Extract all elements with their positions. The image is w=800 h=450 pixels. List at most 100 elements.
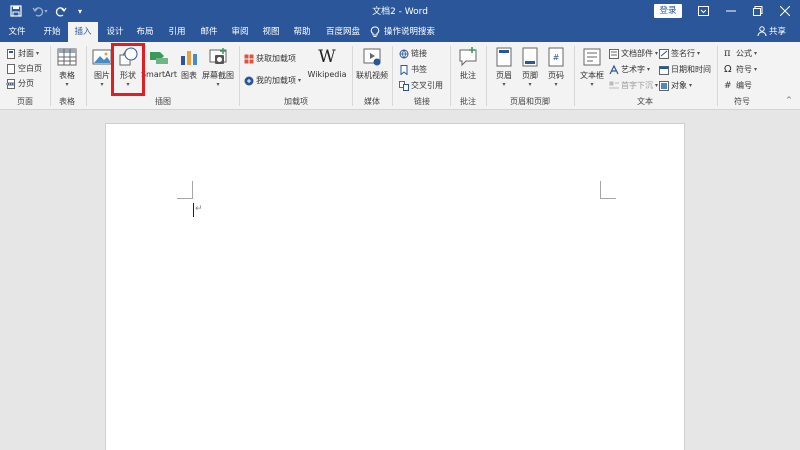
ribbon-tabs: 文件 开始 插入 设计 布局 引用 邮件 审阅 视图 帮助 百度网盘 操作说明搜… — [0, 22, 800, 42]
document-page[interactable]: ↵ — [105, 123, 685, 450]
smartart-icon — [150, 52, 168, 64]
lightbulb-icon — [370, 26, 380, 37]
blank-page-button[interactable]: 空白页 — [6, 62, 42, 75]
chart-button[interactable]: 图表 — [178, 46, 200, 81]
save-icon[interactable] — [8, 3, 24, 19]
wordart-button[interactable]: 艺术字 ▾ — [609, 63, 650, 76]
tab-mailings[interactable]: 邮件 — [196, 22, 222, 42]
textbox-icon — [583, 48, 601, 66]
cover-page-button[interactable]: 封面 ▾ — [6, 47, 39, 60]
footer-icon — [522, 47, 538, 67]
page-break-button[interactable]: 分页 — [6, 77, 34, 90]
page-break-label: 分页 — [18, 79, 34, 88]
drop-cap-icon — [609, 81, 619, 88]
comment-icon — [459, 47, 477, 67]
close-icon[interactable] — [772, 0, 798, 22]
footer-button[interactable]: 页脚 ▾ — [518, 46, 542, 89]
svg-text:#: # — [553, 53, 560, 62]
chart-label: 图表 — [181, 71, 197, 80]
drop-cap-label: 首字下沉 — [621, 81, 653, 90]
omega-icon: Ω — [724, 64, 732, 75]
bookmark-button[interactable]: 书签 — [399, 63, 427, 76]
textbox-button[interactable]: 文本框 ▾ — [578, 46, 606, 89]
picture-icon — [92, 49, 112, 65]
quick-access-icon[interactable]: ▾ — [72, 3, 88, 19]
get-addins-label: 获取加载项 — [256, 54, 296, 63]
minimize-icon[interactable] — [718, 0, 744, 22]
screenshot-button[interactable]: 屏幕截图 ▾ — [201, 46, 235, 89]
hash-icon: # — [724, 80, 732, 91]
group-label-text: 文本 — [637, 97, 653, 106]
group-label-pages: 页面 — [17, 97, 33, 106]
pictures-button[interactable]: 图片 ▾ — [91, 46, 113, 89]
symbol-button[interactable]: Ω 符号 ▾ — [724, 63, 757, 76]
tab-design[interactable]: 设计 — [102, 22, 128, 42]
undo-dropdown-icon[interactable]: ▾ — [42, 3, 50, 19]
cross-reference-button[interactable]: 交叉引用 — [399, 79, 443, 92]
date-time-label: 日期和时间 — [671, 65, 711, 74]
number-button[interactable]: # 编号 — [724, 79, 752, 92]
restore-icon[interactable] — [745, 0, 771, 22]
wikipedia-label: Wikipedia — [307, 70, 347, 79]
redo-icon[interactable] — [53, 3, 69, 19]
page-number-button[interactable]: # 页码 ▾ — [544, 46, 568, 89]
date-time-button[interactable]: 日期和时间 — [659, 63, 711, 76]
tab-review[interactable]: 审阅 — [227, 22, 253, 42]
group-label-comments: 批注 — [460, 97, 476, 106]
page-number-icon: # — [548, 47, 564, 67]
comment-button[interactable]: 批注 — [455, 46, 481, 81]
cover-page-icon — [7, 48, 15, 59]
object-button[interactable]: 对象 ▾ — [659, 79, 692, 92]
my-addins-button[interactable]: 我的加载项 ▾ — [244, 74, 301, 87]
group-label-illustrations: 插图 — [155, 97, 171, 106]
login-button[interactable]: 登录 — [654, 4, 682, 18]
ribbon-insert: 封面 ▾ 空白页 分页 页面 表格 ▾ 表格 图片 ▾ 形状 ▾ SmartArt… — [0, 42, 800, 110]
tell-me-search[interactable]: 操作说明搜索 — [370, 22, 464, 42]
tab-home[interactable]: 开始 — [38, 22, 66, 42]
header-icon — [496, 47, 512, 67]
pi-icon: π — [724, 48, 731, 59]
group-label-links: 链接 — [414, 97, 430, 106]
quick-parts-icon — [609, 48, 619, 59]
document-area[interactable]: ↵ — [0, 110, 800, 450]
quick-parts-label: 文档部件 — [621, 49, 653, 58]
online-video-button[interactable]: 联机视频 — [356, 46, 388, 81]
chart-icon — [181, 51, 197, 65]
quick-parts-button[interactable]: 文档部件 ▾ — [609, 47, 658, 60]
ribbon-display-icon[interactable] — [690, 0, 716, 22]
signature-line-button[interactable]: 签名行 ▾ — [659, 47, 700, 60]
link-icon — [399, 49, 409, 58]
title-bar: ▾ ▾ 文档2 - Word 登录 — [0, 0, 800, 22]
pictures-label: 图片 — [94, 71, 110, 80]
online-video-label: 联机视频 — [356, 71, 388, 80]
tab-insert[interactable]: 插入 — [68, 22, 98, 42]
textbox-label: 文本框 — [580, 71, 604, 80]
symbol-label: 符号 — [736, 65, 752, 74]
tab-view[interactable]: 视图 — [258, 22, 284, 42]
share-label: 共享 — [769, 27, 787, 37]
tab-references[interactable]: 引用 — [164, 22, 190, 42]
share-button[interactable]: 共享 — [757, 25, 786, 37]
link-button[interactable]: 链接 — [399, 47, 427, 60]
object-icon — [659, 80, 669, 91]
smartart-label: SmartArt — [140, 70, 178, 79]
drop-cap-button[interactable]: 首字下沉 ▾ — [609, 79, 658, 92]
collapse-ribbon-icon[interactable]: ^ — [786, 96, 792, 104]
blank-page-label: 空白页 — [18, 64, 42, 73]
group-label-media: 媒体 — [364, 97, 380, 106]
header-button[interactable]: 页眉 ▾ — [492, 46, 516, 89]
smartart-button[interactable]: SmartArt — [140, 46, 178, 79]
signature-line-icon — [659, 48, 669, 59]
tab-baidu-netdisk[interactable]: 百度网盘 — [322, 22, 364, 42]
tab-file[interactable]: 文件 — [4, 22, 30, 42]
get-addins-button[interactable]: 获取加载项 — [244, 52, 296, 65]
blank-page-icon — [7, 63, 15, 74]
tab-layout[interactable]: 布局 — [132, 22, 158, 42]
bookmark-icon — [400, 64, 408, 75]
equation-button[interactable]: π 公式 ▾ — [724, 47, 757, 60]
link-label: 链接 — [411, 49, 427, 58]
group-label-symbols: 符号 — [734, 97, 750, 106]
tab-help[interactable]: 帮助 — [289, 22, 315, 42]
wikipedia-button[interactable]: W Wikipedia — [306, 46, 348, 79]
table-button[interactable]: 表格 ▾ — [55, 46, 79, 89]
